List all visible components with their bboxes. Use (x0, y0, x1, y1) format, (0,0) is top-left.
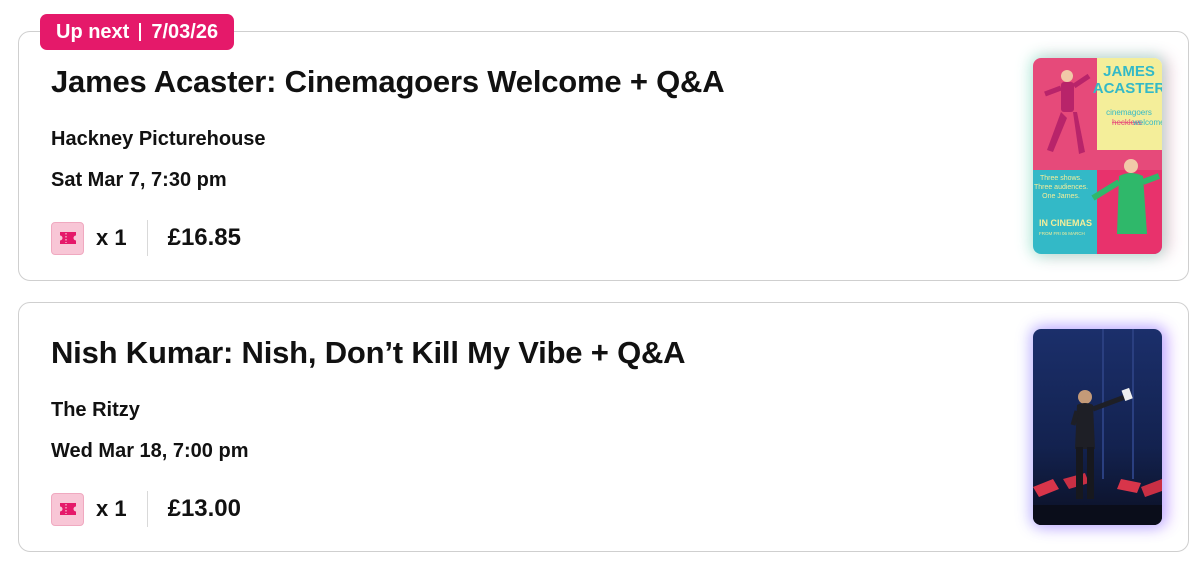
svg-text:cinemagoers: cinemagoers (1106, 108, 1152, 117)
divider (146, 220, 148, 256)
svg-text:ACASTER: ACASTER (1093, 80, 1162, 97)
bookings-list: Up next 7/03/26 James Acaster: Cinemagoe… (0, 0, 1200, 561)
event-title: James Acaster: Cinemagoers Welcome + Q&A (51, 64, 725, 99)
up-next-date: 7/03/26 (151, 20, 219, 43)
ticket-quantity: x 1 (96, 496, 127, 521)
event-venue: Hackney Picturehouse (51, 128, 266, 150)
up-next-badge: Up next 7/03/26 (40, 14, 235, 50)
svg-text:One James.: One James. (1042, 193, 1080, 200)
ticket-icon (51, 221, 84, 255)
svg-text:JAMES: JAMES (1103, 63, 1155, 80)
booking-card[interactable]: Nish Kumar: Nish, Don’t Kill My Vibe + Q… (18, 302, 1189, 552)
up-next-label: Up next (56, 20, 130, 43)
event-title: Nish Kumar: Nish, Don’t Kill My Vibe + Q… (51, 335, 686, 370)
ticket-summary: x 1 £16.85 (51, 220, 241, 256)
event-poster[interactable] (1033, 329, 1162, 525)
divider (146, 491, 148, 527)
event-poster[interactable]: JAMES ACASTER cinemagoers hecklers welco… (1033, 58, 1162, 254)
svg-text:Three audiences.: Three audiences. (1034, 184, 1088, 191)
ticket-price: £13.00 (167, 495, 241, 522)
ticket-quantity: x 1 (96, 225, 127, 250)
booking-card[interactable]: James Acaster: Cinemagoers Welcome + Q&A… (18, 31, 1189, 281)
ticket-price: £16.85 (167, 224, 241, 251)
event-datetime: Sat Mar 7, 7:30 pm (51, 169, 227, 191)
svg-text:welcome: welcome (1132, 118, 1162, 127)
event-venue: The Ritzy (51, 399, 140, 421)
badge-separator (139, 23, 142, 41)
svg-text:FROM FRI 06 MARCH: FROM FRI 06 MARCH (1039, 231, 1085, 236)
svg-text:IN CINEMAS: IN CINEMAS (1039, 218, 1092, 228)
ticket-summary: x 1 £13.00 (51, 491, 241, 527)
svg-text:Three shows.: Three shows. (1040, 175, 1082, 182)
ticket-icon (51, 492, 84, 526)
event-datetime: Wed Mar 18, 7:00 pm (51, 440, 249, 462)
